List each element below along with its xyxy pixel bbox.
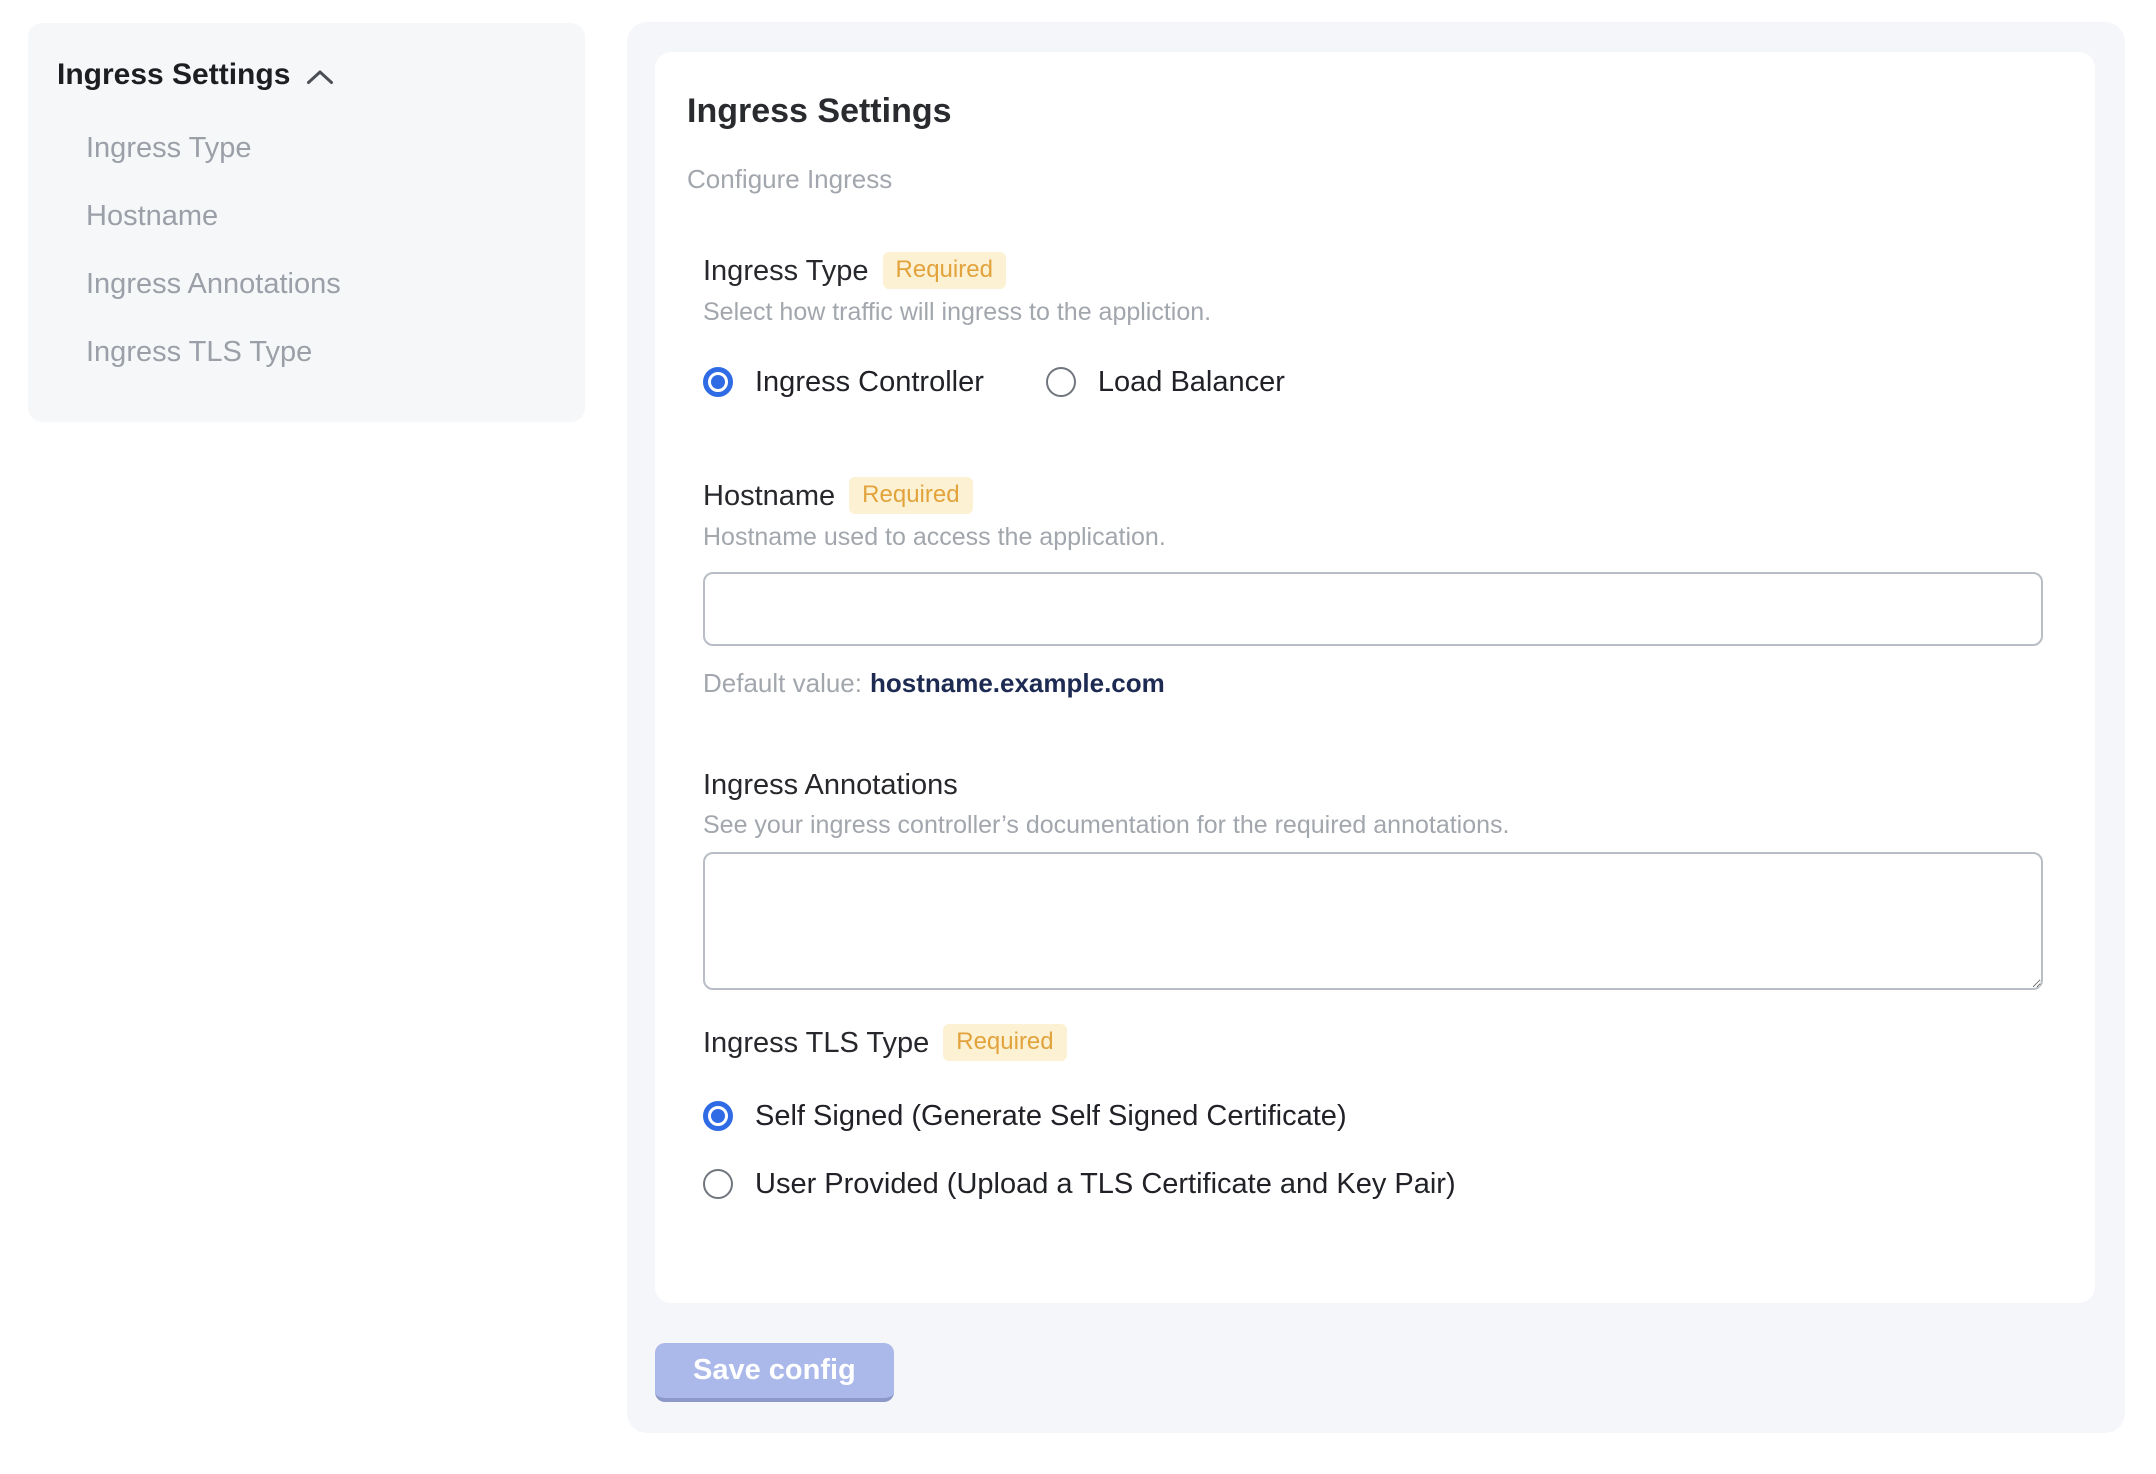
sidebar-section-toggle[interactable]: Ingress Settings [57, 57, 565, 93]
tls-radio-group: Self Signed (Generate Self Signed Certif… [703, 1099, 2043, 1201]
hostname-default-value: hostname.example.com [869, 668, 1165, 698]
ingress-settings-nav-card: Ingress Settings Ingress Type Hostname I… [28, 23, 585, 422]
hostname-default-prefix: Default value: [703, 668, 862, 698]
radio-label-self-signed: Self Signed (Generate Self Signed Certif… [755, 1100, 1347, 1132]
chevron-up-icon[interactable] [306, 68, 334, 86]
tls-label-row: Ingress TLS Type Required [703, 1024, 2043, 1061]
ingress-settings-form-card: Ingress Settings Configure Ingress Ingre… [655, 52, 2095, 1303]
ingress-type-help: Select how traffic will ingress to the a… [703, 298, 1212, 326]
hostname-label-row: Hostname Required [703, 477, 2043, 514]
annotations-textarea[interactable] [703, 852, 2043, 990]
radio-icon-user-provided[interactable] [703, 1169, 733, 1199]
sidebar-item-ingress-annotations[interactable]: Ingress Annotations [57, 250, 565, 318]
sidebar-item-hostname[interactable]: Hostname [57, 182, 565, 250]
section-ingress-tls-type: Ingress TLS Type Required Self Signed (G… [703, 1024, 2043, 1201]
radio-option-self-signed[interactable]: Self Signed (Generate Self Signed Certif… [703, 1099, 2043, 1133]
radio-icon-load-balancer[interactable] [1045, 367, 1076, 397]
required-badge: Required [882, 252, 1006, 289]
section-hostname: Hostname Required Hostname used to acces… [703, 477, 2043, 698]
section-ingress-annotations: Ingress Annotations See your ingress con… [703, 768, 2043, 990]
annotations-label: Ingress Annotations [703, 769, 958, 801]
ingress-settings-panel: Ingress Settings Configure Ingress Ingre… [627, 22, 2125, 1433]
radio-option-user-provided[interactable]: User Provided (Upload a TLS Certificate … [703, 1167, 2043, 1201]
sidebar-item-ingress-tls-type[interactable]: Ingress TLS Type [57, 318, 565, 386]
hostname-label: Hostname [703, 479, 836, 512]
hostname-help: Hostname used to access the application. [703, 523, 1166, 551]
annotations-label-row: Ingress Annotations [703, 768, 2043, 802]
page-title: Ingress Settings [687, 92, 952, 130]
radio-icon-ingress-controller[interactable] [703, 367, 733, 397]
tls-label: Ingress TLS Type [703, 1026, 930, 1059]
sidebar-section-title: Ingress Settings [57, 58, 291, 91]
ingress-type-label-row: Ingress Type Required [703, 252, 2043, 289]
ingress-type-radio-group: Ingress Controller Load Balancer [703, 365, 2043, 399]
hostname-input[interactable] [703, 572, 2043, 646]
radio-option-ingress-controller[interactable]: Ingress Controller [703, 365, 984, 399]
radio-label-user-provided: User Provided (Upload a TLS Certificate … [755, 1168, 1456, 1200]
radio-icon-self-signed[interactable] [703, 1101, 733, 1131]
required-badge: Required [849, 477, 973, 514]
sidebar-nav-list: Ingress Type Hostname Ingress Annotation… [57, 114, 565, 386]
page-subtitle: Configure Ingress [687, 164, 893, 194]
ingress-type-label: Ingress Type [703, 254, 869, 287]
sidebar-item-ingress-type[interactable]: Ingress Type [57, 114, 565, 182]
radio-label-load-balancer: Load Balancer [1097, 366, 1285, 398]
radio-label-ingress-controller: Ingress Controller [755, 366, 984, 398]
section-ingress-type: Ingress Type Required Select how traffic… [703, 252, 2043, 399]
annotations-help: See your ingress controller’s documentat… [703, 811, 1510, 839]
required-badge: Required [943, 1024, 1067, 1061]
hostname-default-line: Default value: hostname.example.com [703, 668, 2043, 698]
save-config-button[interactable]: Save config [655, 1343, 894, 1402]
radio-option-load-balancer[interactable]: Load Balancer [1045, 365, 1285, 399]
form-sections: Ingress Type Required Select how traffic… [703, 252, 2043, 1201]
